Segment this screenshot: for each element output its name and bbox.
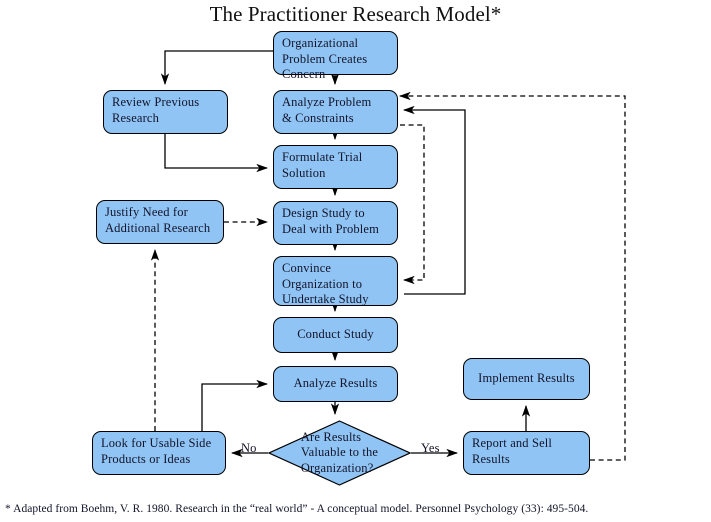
node-are-results-valuable[interactable]: Are Results Valuable to the Organization… — [267, 420, 412, 486]
edge-report-and-sell-results-to-analyze-problem — [398, 91, 626, 461]
edge-review-previous-research-to-formulate-trial-solution — [164, 134, 269, 173]
edge-analyze-problem-to-convince-organization — [400, 124, 425, 285]
node-analyze-problem[interactable]: Analyze Problem & Constraints — [273, 90, 398, 134]
node-conduct-study[interactable]: Conduct Study — [273, 317, 398, 353]
node-design-study[interactable]: Design Study to Deal with Problem — [273, 201, 398, 245]
edge-convince-organization-to-analyze-problem — [402, 105, 466, 295]
node-justify-need[interactable]: Justify Need for Additional Research — [96, 200, 224, 244]
node-report-and-sell-results[interactable]: Report and Sell Results — [463, 431, 590, 475]
node-label-are-results-valuable: Are Results Valuable to the Organization… — [300, 429, 379, 475]
decision-no-label: No — [241, 441, 257, 455]
node-organizational-problem[interactable]: Organizational Problem Creates Concern — [273, 31, 398, 81]
decision-yes-label: Yes — [421, 441, 440, 455]
node-review-previous-research[interactable]: Review Previous Research — [103, 90, 228, 134]
edge-look-for-usable-side-products-to-analyze-results — [201, 379, 269, 431]
node-look-for-usable-side-products[interactable]: Look for Usable Side Products or Ideas — [92, 431, 226, 475]
node-implement-results[interactable]: Implement Results — [463, 358, 590, 400]
node-analyze-results[interactable]: Analyze Results — [273, 366, 398, 402]
node-formulate-trial-solution[interactable]: Formulate Trial Solution — [273, 145, 398, 189]
edge-organizational-problem-to-review-previous-research — [160, 50, 273, 86]
flowchart-canvas: The Practitioner Research Model* Organiz… — [0, 0, 711, 522]
node-convince-organization[interactable]: Convince Organization to Undertake Study — [273, 256, 398, 306]
source-footnote: * Adapted from Boehm, V. R. 1980. Resear… — [5, 503, 589, 515]
